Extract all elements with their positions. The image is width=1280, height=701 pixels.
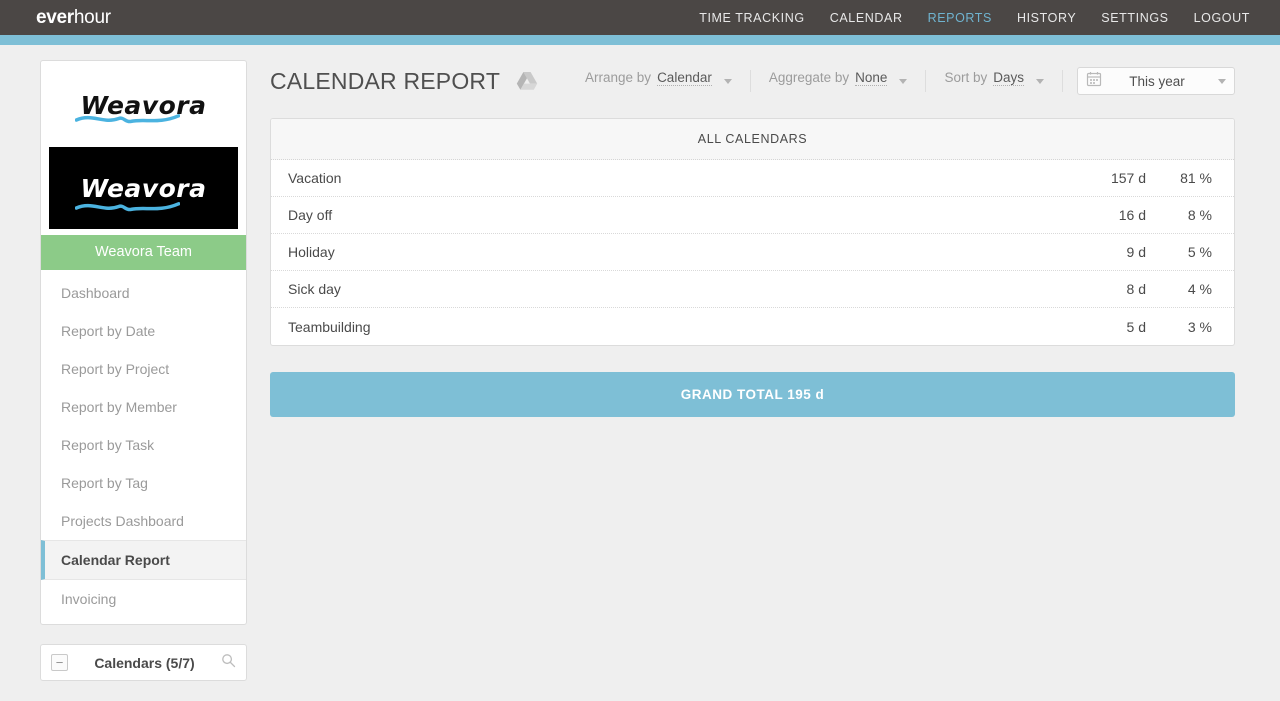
sidebar-item-report-by-project[interactable]: Report by Project <box>41 350 246 388</box>
sidebar: Weavora Weavora Weavora Team Dashboard R… <box>40 60 247 681</box>
sort-by-value[interactable]: Days <box>993 70 1024 86</box>
aggregate-by-control[interactable]: Aggregate by None <box>751 70 927 92</box>
row-percent: 4 % <box>1187 281 1212 297</box>
sidebar-item-dashboard[interactable]: Dashboard <box>41 274 246 312</box>
report-controls: Arrange by Calendar Aggregate by None So… <box>567 67 1235 95</box>
aggregate-by-label: Aggregate by <box>768 70 850 85</box>
nav-item-reports[interactable]: REPORTS <box>928 11 992 25</box>
calendars-panel-title: Calendars (5/7) <box>94 654 195 671</box>
row-name: Holiday <box>288 244 335 260</box>
main-nav: TIME TRACKING CALENDAR REPORTS HISTORY S… <box>699 11 1250 25</box>
nav-item-settings[interactable]: SETTINGS <box>1101 11 1168 25</box>
sidebar-main-panel: Weavora Weavora Weavora Team Dashboard R… <box>40 60 247 625</box>
row-days: 5 d <box>1126 318 1146 335</box>
table-row[interactable]: Teambuilding 5 d 3 % <box>271 308 1234 345</box>
date-range-picker[interactable]: This year <box>1077 67 1235 95</box>
sidebar-item-report-by-member[interactable]: Report by Member <box>41 388 246 426</box>
sidebar-item-invoicing[interactable]: Invoicing <box>41 580 246 618</box>
table-row[interactable]: Holiday 9 d 5 % <box>271 234 1234 271</box>
top-navigation-bar: everhour TIME TRACKING CALENDAR REPORTS … <box>0 0 1280 35</box>
nav-item-calendar[interactable]: CALENDAR <box>830 11 903 25</box>
table-row[interactable]: Sick day 8 d 4 % <box>271 271 1234 308</box>
date-range-value: This year <box>1129 73 1185 89</box>
row-percent: 8 % <box>1187 207 1212 223</box>
row-percent: 3 % <box>1187 318 1212 335</box>
chevron-down-icon[interactable] <box>899 78 908 84</box>
sidebar-item-report-by-task[interactable]: Report by Task <box>41 426 246 464</box>
team-logo-box: Weavora Weavora <box>41 61 246 229</box>
calendars-filter-panel: − Calendars (5/7) <box>40 644 247 681</box>
main-content: CALENDAR REPORT Arrange by Calendar Aggr… <box>270 60 1235 417</box>
row-days: 157 d <box>1110 170 1146 186</box>
sidebar-menu: Dashboard Report by Date Report by Proje… <box>41 270 246 624</box>
sidebar-item-report-by-date[interactable]: Report by Date <box>41 312 246 350</box>
row-days: 16 d <box>1118 207 1146 223</box>
sidebar-item-calendar-report[interactable]: Calendar Report <box>41 540 246 580</box>
grand-total-bar: GRAND TOTAL 195 d <box>270 372 1235 417</box>
weavora-logo-dark: Weavora <box>49 147 238 229</box>
chevron-down-icon[interactable] <box>1218 78 1226 84</box>
collapse-icon[interactable]: − <box>51 654 68 671</box>
calendar-report-table: ALL CALENDARS Vacation 157 d 81 % Day of… <box>270 118 1235 346</box>
team-name-badge[interactable]: Weavora Team <box>41 235 246 270</box>
nav-item-time-tracking[interactable]: TIME TRACKING <box>699 11 805 25</box>
everhour-logo[interactable]: everhour <box>36 7 111 29</box>
row-name: Sick day <box>288 281 341 297</box>
row-name: Teambuilding <box>288 318 371 335</box>
sidebar-item-report-by-tag[interactable]: Report by Tag <box>41 464 246 502</box>
row-percent: 81 % <box>1180 170 1212 186</box>
table-column-header: ALL CALENDARS <box>271 119 1234 160</box>
table-row[interactable]: Day off 16 d 8 % <box>271 197 1234 234</box>
row-days: 9 d <box>1126 244 1146 260</box>
row-name: Day off <box>288 207 333 223</box>
nav-item-history[interactable]: HISTORY <box>1017 11 1076 25</box>
nav-item-logout[interactable]: LOGOUT <box>1194 11 1250 25</box>
weavora-logo-text: Weavora <box>80 90 207 120</box>
sort-by-label: Sort by <box>944 70 988 85</box>
google-drive-icon[interactable] <box>516 71 538 91</box>
weavora-logo-text-dark: Weavora <box>80 173 207 203</box>
row-percent: 5 % <box>1187 244 1212 260</box>
wave-graphic-dark <box>75 202 181 212</box>
accent-stripe <box>0 35 1280 45</box>
arrange-by-value[interactable]: Calendar <box>657 70 712 86</box>
calendar-icon <box>1086 71 1102 92</box>
arrange-by-control[interactable]: Arrange by Calendar <box>567 70 751 92</box>
row-days: 8 d <box>1126 281 1146 297</box>
sort-by-control[interactable]: Sort by Days <box>926 70 1063 92</box>
row-name: Vacation <box>288 170 342 186</box>
logo-light-part: hour <box>73 6 111 28</box>
logo-bold-part: ever <box>36 6 74 28</box>
page-title: CALENDAR REPORT <box>270 67 501 94</box>
table-row[interactable]: Vacation 157 d 81 % <box>271 160 1234 197</box>
search-icon[interactable] <box>221 653 236 673</box>
weavora-logo-light: Weavora <box>49 69 238 141</box>
aggregate-by-value[interactable]: None <box>855 70 888 86</box>
chevron-down-icon[interactable] <box>723 78 732 84</box>
chevron-down-icon[interactable] <box>1036 78 1044 84</box>
sidebar-item-projects-dashboard[interactable]: Projects Dashboard <box>41 502 246 540</box>
arrange-by-label: Arrange by <box>585 70 652 85</box>
page-header: CALENDAR REPORT Arrange by Calendar Aggr… <box>270 60 1235 102</box>
